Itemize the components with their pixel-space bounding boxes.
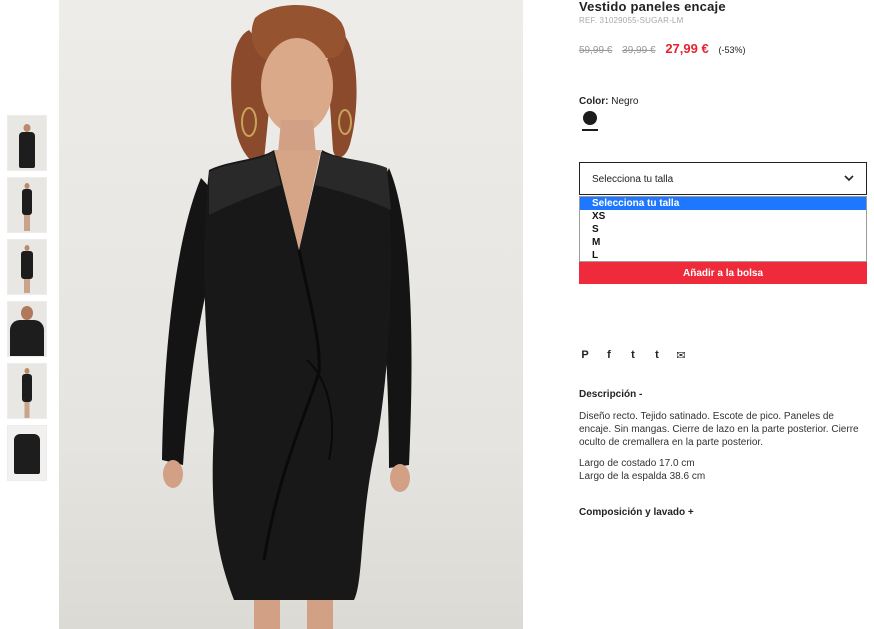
share-bar: P f t t ✉ [579,347,699,363]
size-option-placeholder[interactable]: Selecciona tu talla [580,197,866,210]
pinterest-icon[interactable]: P [579,349,591,361]
measure-largo-espalda: Largo de la espalda 38.6 cm [579,471,706,482]
price-sale: 27,99 € [665,41,709,56]
measure-largo-costado: Largo de costado 17.0 cm [579,458,695,469]
size-select-value: Selecciona tu talla [592,174,674,185]
thumbnail-gallery [7,115,47,487]
swatch-selected-indicator [582,129,598,131]
thumbnail-1[interactable] [7,115,47,171]
composition-toggle[interactable]: Composición y lavado + [579,507,694,518]
color-label: Color: Negro [579,96,638,107]
color-value: Negro [611,96,639,107]
tumblr-icon[interactable]: t [651,349,663,361]
add-to-bag-button[interactable]: Añadir a la bolsa [579,262,867,284]
thumbnail-2[interactable] [7,177,47,233]
thumbnail-4[interactable] [7,301,47,357]
price-block: 59,99 € 39,99 € 27,99 € (-53%) [579,41,745,56]
size-dropdown-list: Selecciona tu talla XS S M L [579,196,867,262]
thumbnail-6[interactable] [7,425,47,481]
price-previous: 39,99 € [622,45,656,56]
size-option-s[interactable]: S [580,223,866,236]
color-label-prefix: Color: [579,96,609,107]
product-main-image [59,0,523,629]
size-option-xs[interactable]: XS [580,210,866,223]
facebook-icon[interactable]: f [603,349,615,361]
description-text: Diseño recto. Tejido satinado. Escote de… [579,410,864,483]
thumbnail-5[interactable] [7,363,47,419]
product-reference: REF. 31029055-SUGAR-LM [579,16,684,25]
description-paragraph: Diseño recto. Tejido satinado. Escote de… [579,411,859,448]
email-icon[interactable]: ✉ [675,349,687,362]
price-original: 59,99 € [579,45,613,56]
chevron-down-icon [844,175,854,182]
size-option-l[interactable]: L [580,249,866,262]
color-swatch-black[interactable] [583,111,597,125]
thumbnail-3[interactable] [7,239,47,295]
size-option-m[interactable]: M [580,236,866,249]
description-toggle[interactable]: Descripción - [579,389,642,400]
product-title: Vestido paneles encaje [579,0,726,14]
discount-badge: (-53%) [718,45,746,55]
twitter-icon[interactable]: t [627,349,639,361]
size-select[interactable]: Selecciona tu talla [579,162,867,195]
